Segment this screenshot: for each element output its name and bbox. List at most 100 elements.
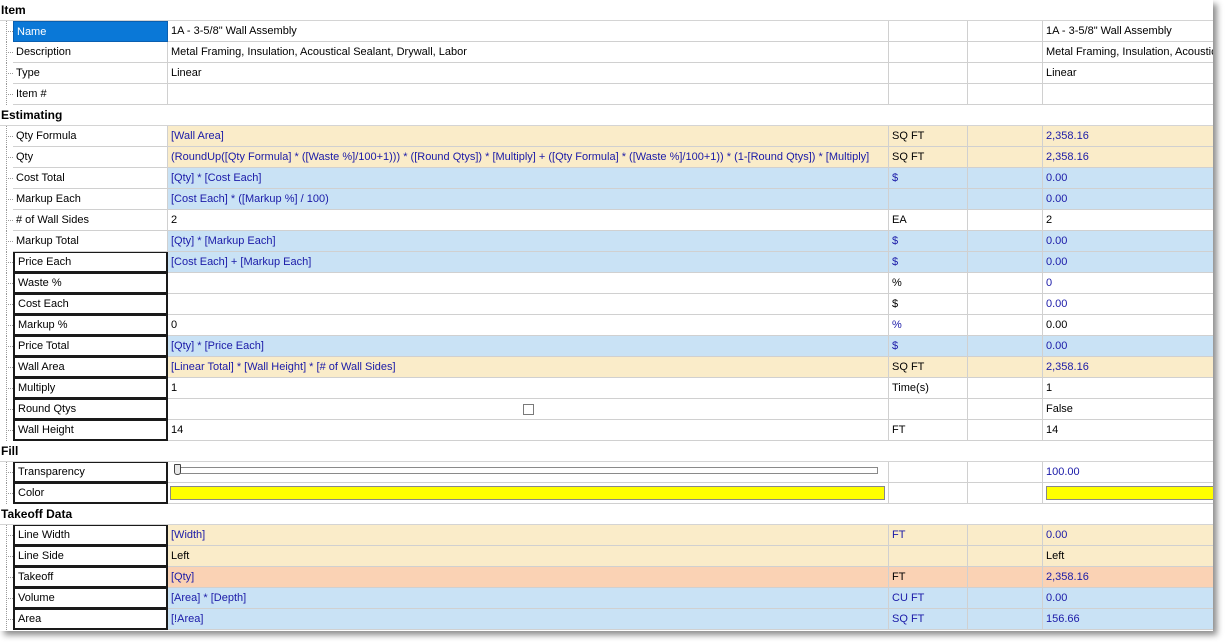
property-value[interactable]: 0 (168, 315, 889, 336)
tree-connector (0, 483, 13, 504)
property-label[interactable]: Line Width (13, 525, 168, 546)
transparency-slider-track[interactable] (176, 467, 878, 474)
section-header-item[interactable]: Item (0, 0, 1213, 21)
property-label[interactable]: Price Each (13, 252, 168, 273)
property-value[interactable]: [Qty] * [Price Each] (168, 336, 889, 357)
property-value[interactable]: [Qty] (168, 567, 889, 588)
property-value[interactable]: [Cost Each] + [Markup Each] (168, 252, 889, 273)
property-unit (889, 399, 968, 420)
property-value[interactable]: Left (168, 546, 889, 567)
property-row-markup-total: Markup Total [Qty] * [Markup Each] $0.00 (0, 231, 1213, 252)
property-value[interactable]: 2 (168, 210, 889, 231)
property-unit: FT (889, 525, 968, 546)
property-result: 0.00 (1043, 525, 1213, 546)
property-value[interactable]: Linear (168, 63, 889, 84)
property-label[interactable]: Multiply (13, 378, 168, 399)
property-row-line-side: Line Side Left Left (0, 546, 1213, 567)
property-unit (889, 483, 968, 504)
round-qtys-checkbox[interactable] (523, 404, 534, 415)
property-value[interactable]: [!Area] (168, 609, 889, 630)
property-label[interactable]: Name (13, 21, 168, 42)
transparency-slider-thumb[interactable] (174, 464, 181, 475)
property-label[interactable]: Wall Area (13, 357, 168, 378)
property-label[interactable]: Type (13, 63, 168, 84)
property-value[interactable]: [Area] * [Depth] (168, 588, 889, 609)
property-result: 2,358.16 (1043, 126, 1213, 147)
property-value[interactable]: [Cost Each] * ([Markup %] / 100) (168, 189, 889, 210)
property-label[interactable]: Round Qtys (13, 399, 168, 420)
property-label[interactable]: Description (13, 42, 168, 63)
property-value[interactable] (168, 483, 889, 504)
property-label[interactable]: Area (13, 609, 168, 630)
tree-connector (0, 21, 13, 42)
property-extra (968, 168, 1043, 189)
property-value[interactable]: [Linear Total] * [Wall Height] * [# of W… (168, 357, 889, 378)
property-label[interactable]: Price Total (13, 336, 168, 357)
property-result: 2,358.16 (1043, 147, 1213, 168)
tree-line (6, 619, 13, 620)
property-extra (968, 567, 1043, 588)
property-value[interactable]: [Width] (168, 525, 889, 546)
property-label[interactable]: Wall Height (13, 420, 168, 441)
property-label[interactable]: Volume (13, 588, 168, 609)
property-unit: $ (889, 294, 968, 315)
property-result: 0.00 (1043, 588, 1213, 609)
property-extra (968, 483, 1043, 504)
property-value[interactable] (168, 399, 889, 420)
property-label[interactable]: Item # (13, 84, 168, 105)
tree-line (6, 388, 13, 389)
tree-line (6, 535, 13, 536)
property-label[interactable]: Takeoff (13, 567, 168, 588)
property-value[interactable]: (RoundUp([Qty Formula] * ([Waste %]/100+… (168, 147, 889, 168)
tree-connector (0, 231, 13, 252)
tree-connector (0, 525, 13, 546)
property-label[interactable]: Cost Total (13, 168, 168, 189)
property-result: Metal Framing, Insulation, Acoustic (1043, 42, 1213, 63)
property-label[interactable]: Markup % (13, 315, 168, 336)
property-value[interactable] (168, 294, 889, 315)
property-extra (968, 609, 1043, 630)
property-label[interactable]: Qty Formula (13, 126, 168, 147)
section-header-estimating[interactable]: Estimating (0, 105, 1213, 126)
property-value[interactable]: Metal Framing, Insulation, Acoustical Se… (168, 42, 889, 63)
property-row-area: Area [!Area] SQ FT 156.66 (0, 609, 1213, 630)
property-unit: Time(s) (889, 378, 968, 399)
property-extra (968, 63, 1043, 84)
section-header-takeoff-data[interactable]: Takeoff Data (0, 504, 1213, 525)
property-label[interactable]: Transparency (13, 462, 168, 483)
property-row-of-wall-sides: # of Wall Sides 2 EA 2 (0, 210, 1213, 231)
tree-line (6, 241, 13, 242)
tree-line (6, 556, 13, 557)
property-label[interactable]: Waste % (13, 273, 168, 294)
property-label[interactable]: Markup Total (13, 231, 168, 252)
property-extra (968, 21, 1043, 42)
property-result: 100.00 (1043, 462, 1213, 483)
property-label[interactable]: Line Side (13, 546, 168, 567)
property-row-type: Type Linear Linear (0, 63, 1213, 84)
property-value[interactable]: [Qty] * [Cost Each] (168, 168, 889, 189)
property-value[interactable] (168, 273, 889, 294)
tree-line (6, 283, 13, 284)
property-value[interactable]: 14 (168, 420, 889, 441)
property-extra (968, 126, 1043, 147)
property-value[interactable]: [Wall Area] (168, 126, 889, 147)
property-label[interactable]: Cost Each (13, 294, 168, 315)
fill-color-swatch[interactable] (170, 486, 885, 500)
tree-connector (0, 168, 13, 189)
property-value[interactable]: 1A - 3-5/8" Wall Assembly (168, 21, 889, 42)
tree-line (6, 52, 13, 53)
tree-line (6, 136, 13, 137)
property-row-price-each: Price Each [Cost Each] + [Markup Each] $0.… (0, 252, 1213, 273)
property-label[interactable]: Qty (13, 147, 168, 168)
property-label[interactable]: Color (13, 483, 168, 504)
tree-connector (0, 126, 13, 147)
property-value[interactable]: [Qty] * [Markup Each] (168, 231, 889, 252)
property-value[interactable] (168, 84, 889, 105)
property-value[interactable] (168, 462, 889, 483)
section-header-fill[interactable]: Fill (0, 441, 1213, 462)
property-label[interactable]: # of Wall Sides (13, 210, 168, 231)
property-value[interactable]: 1 (168, 378, 889, 399)
tree-connector (0, 84, 13, 105)
tree-line (6, 598, 13, 599)
property-label[interactable]: Markup Each (13, 189, 168, 210)
